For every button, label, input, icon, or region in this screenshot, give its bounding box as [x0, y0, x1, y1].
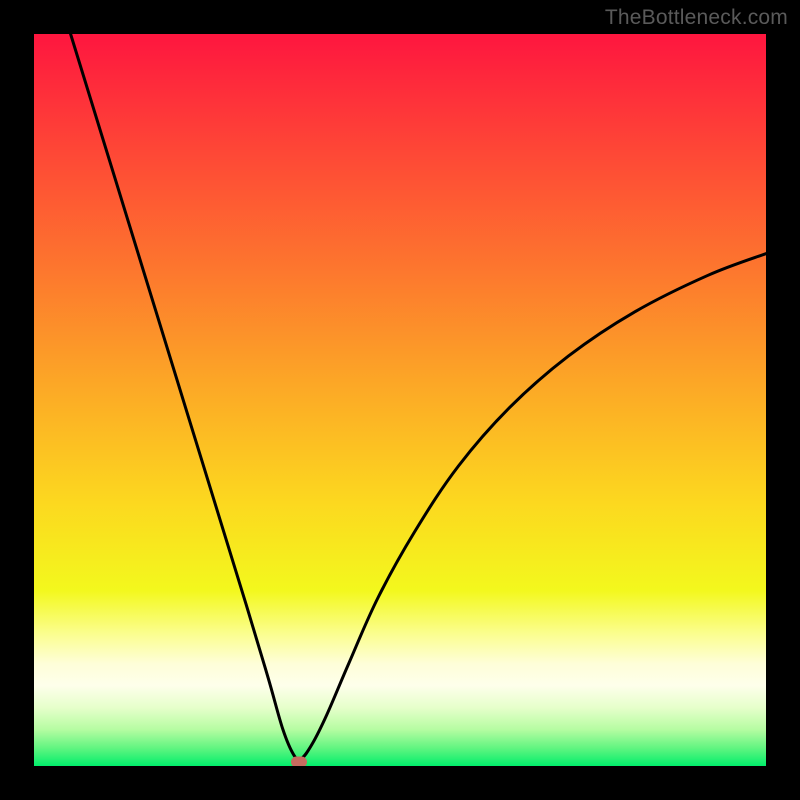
bottleneck-curve — [71, 34, 766, 760]
watermark-text: TheBottleneck.com — [605, 6, 788, 30]
chart-frame: TheBottleneck.com — [0, 0, 800, 800]
curve-layer — [34, 34, 766, 766]
optimal-marker — [291, 757, 307, 766]
plot-area — [34, 34, 766, 766]
